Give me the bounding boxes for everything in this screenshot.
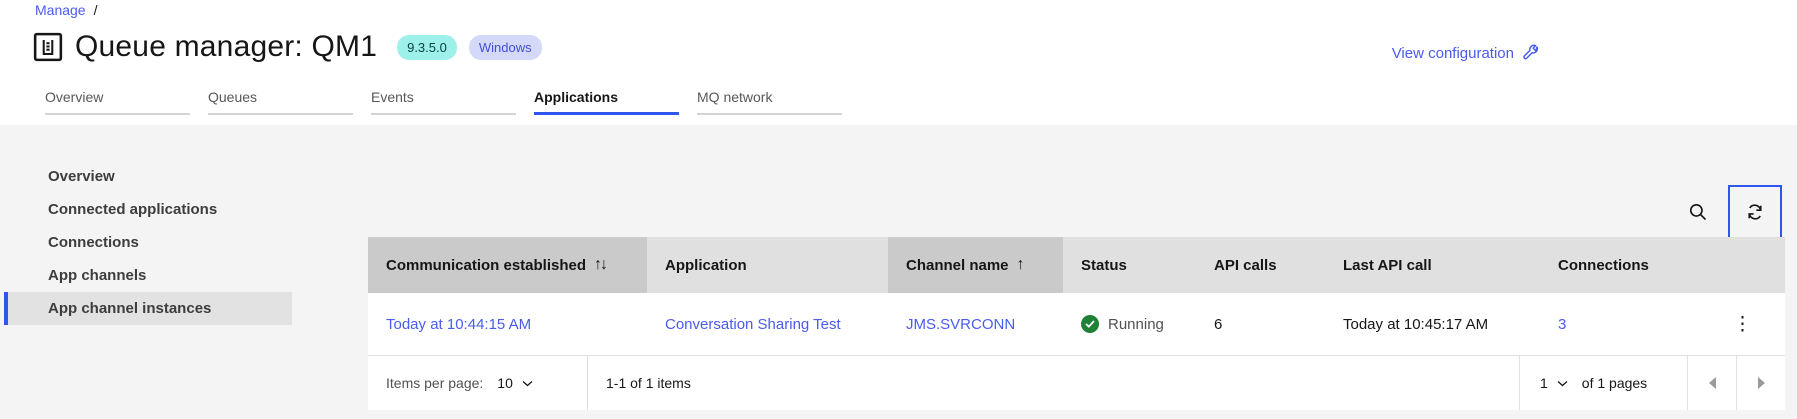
- breadcrumb-link-manage[interactable]: Manage: [35, 2, 86, 18]
- breadcrumb: Manage /: [35, 2, 97, 18]
- column-label: Communication established: [386, 256, 587, 274]
- cell-status: Running: [1063, 293, 1196, 355]
- sidebar-item-connected-applications[interactable]: Connected applications: [0, 193, 292, 226]
- checkmark-circle-icon: [1081, 315, 1099, 333]
- column-header-communication-established[interactable]: Communication established ↑↓: [368, 237, 647, 293]
- tab-label: Applications: [534, 89, 619, 105]
- column-header-status: Status: [1063, 237, 1196, 293]
- api-calls-value: 6: [1214, 315, 1223, 333]
- cell-communication-established: Today at 10:44:15 AM: [368, 293, 647, 355]
- tab-mq-network[interactable]: MQ network: [697, 84, 842, 115]
- search-icon: [1689, 203, 1707, 221]
- sidebar-item-overview[interactable]: Overview: [0, 160, 292, 193]
- last-api-call-value: Today at 10:45:17 AM: [1343, 315, 1489, 333]
- cell-channel-name: JMS.SVRCONN: [888, 293, 1063, 355]
- page-number-value: 1: [1540, 375, 1548, 391]
- wrench-icon: [1523, 44, 1539, 60]
- cell-connections: 3: [1540, 293, 1700, 355]
- channel-name-link[interactable]: JMS.SVRCONN: [906, 316, 1015, 333]
- tab-bar: Overview Queues Events Applications MQ n…: [45, 84, 842, 115]
- sidebar-item-app-channels[interactable]: App channels: [0, 259, 292, 292]
- queue-manager-icon: [33, 32, 63, 62]
- items-per-page-value: 10: [497, 375, 513, 391]
- tab-label: Overview: [45, 89, 104, 105]
- tab-label: MQ network: [697, 89, 773, 105]
- column-label: Channel name: [906, 256, 1009, 274]
- tab-applications[interactable]: Applications: [534, 84, 679, 115]
- column-label: API calls: [1214, 256, 1277, 274]
- badges: 9.3.5.0 Windows: [397, 34, 542, 60]
- status-badge: Running: [1081, 315, 1164, 333]
- app-channel-instances-table: Communication established ↑↓ Application…: [368, 237, 1785, 410]
- sort-ascending-icon: ↑: [1016, 256, 1025, 273]
- sort-both-icon: ↑↓: [594, 256, 608, 273]
- page-number-select[interactable]: 1: [1540, 375, 1568, 391]
- sidebar-item-label: App channels: [48, 267, 147, 284]
- tab-label: Events: [371, 89, 414, 105]
- platform-badge: Windows: [468, 34, 542, 60]
- tab-overview[interactable]: Overview: [45, 84, 190, 115]
- refresh-icon: [1748, 204, 1762, 220]
- pagination-range-text: 1-1 of 1 items: [588, 356, 1519, 410]
- cell-overflow: ⋮: [1700, 293, 1785, 355]
- column-header-overflow: [1700, 237, 1785, 293]
- applications-panel: Overview Connected applications Connecti…: [0, 125, 1797, 419]
- column-label: Status: [1081, 256, 1127, 274]
- column-header-application: Application: [647, 237, 888, 293]
- column-header-api-calls: API calls: [1196, 237, 1325, 293]
- version-badge: 9.3.5.0: [397, 34, 457, 60]
- cell-application: Conversation Sharing Test: [647, 293, 888, 355]
- page-header: Queue manager: QM1 9.3.5.0 Windows: [33, 30, 542, 64]
- pagination-bar: Items per page: 10 1-1 of 1 items 1 of 1…: [368, 356, 1785, 410]
- refresh-button[interactable]: [1728, 185, 1782, 239]
- sidebar-item-label: App channel instances: [48, 300, 212, 317]
- tab-label: Queues: [208, 89, 258, 105]
- column-header-connections: Connections: [1540, 237, 1700, 293]
- sidebar-item-app-channel-instances[interactable]: App channel instances: [4, 292, 292, 325]
- page-number-section: 1 of 1 pages: [1519, 356, 1687, 410]
- communication-established-link[interactable]: Today at 10:44:15 AM: [386, 316, 531, 333]
- caret-right-icon: [1757, 377, 1765, 389]
- column-header-channel-name[interactable]: Channel name ↑: [888, 237, 1063, 293]
- cell-api-calls: 6: [1196, 293, 1325, 355]
- view-configuration-label: View configuration: [1391, 44, 1514, 62]
- column-header-last-api-call: Last API call: [1325, 237, 1540, 293]
- cell-last-api-call: Today at 10:45:17 AM: [1325, 293, 1540, 355]
- view-configuration-link[interactable]: View configuration: [1392, 44, 1540, 62]
- status-label: Running: [1108, 315, 1164, 333]
- sidebar-item-connections[interactable]: Connections: [0, 226, 292, 259]
- queue-manager-page: Manage / Queue manager: QM1 9.3.5.0 Wind…: [0, 0, 1797, 419]
- kebab-menu-icon[interactable]: ⋮: [1727, 309, 1758, 340]
- tab-events[interactable]: Events: [371, 84, 516, 115]
- items-per-page-label: Items per page:: [386, 375, 484, 391]
- sidebar-item-label: Overview: [48, 168, 115, 185]
- column-label: Connections: [1558, 256, 1649, 274]
- connections-link[interactable]: 3: [1558, 316, 1566, 333]
- application-link[interactable]: Conversation Sharing Test: [665, 316, 841, 333]
- next-page-button[interactable]: [1736, 356, 1785, 410]
- sidebar-item-label: Connected applications: [48, 201, 218, 218]
- chevron-down-icon: [522, 380, 533, 386]
- column-label: Application: [665, 256, 747, 274]
- search-button[interactable]: [1674, 188, 1722, 236]
- tab-queues[interactable]: Queues: [208, 84, 353, 115]
- table-header-row: Communication established ↑↓ Application…: [368, 237, 1785, 293]
- chevron-down-icon: [1557, 380, 1568, 386]
- items-per-page-select[interactable]: 10: [497, 375, 533, 391]
- table-row: Today at 10:44:15 AM Conversation Sharin…: [368, 293, 1785, 356]
- column-label: Last API call: [1343, 256, 1432, 274]
- page-title: Queue manager: QM1: [75, 30, 378, 63]
- applications-sidebar: Overview Connected applications Connecti…: [0, 160, 292, 325]
- range-label: 1-1 of 1 items: [606, 375, 691, 391]
- breadcrumb-separator: /: [93, 2, 98, 18]
- items-per-page: Items per page: 10: [368, 356, 588, 410]
- caret-left-icon: [1708, 377, 1716, 389]
- previous-page-button[interactable]: [1687, 356, 1736, 410]
- pages-total-label: of 1 pages: [1581, 375, 1648, 391]
- sidebar-item-label: Connections: [48, 234, 139, 251]
